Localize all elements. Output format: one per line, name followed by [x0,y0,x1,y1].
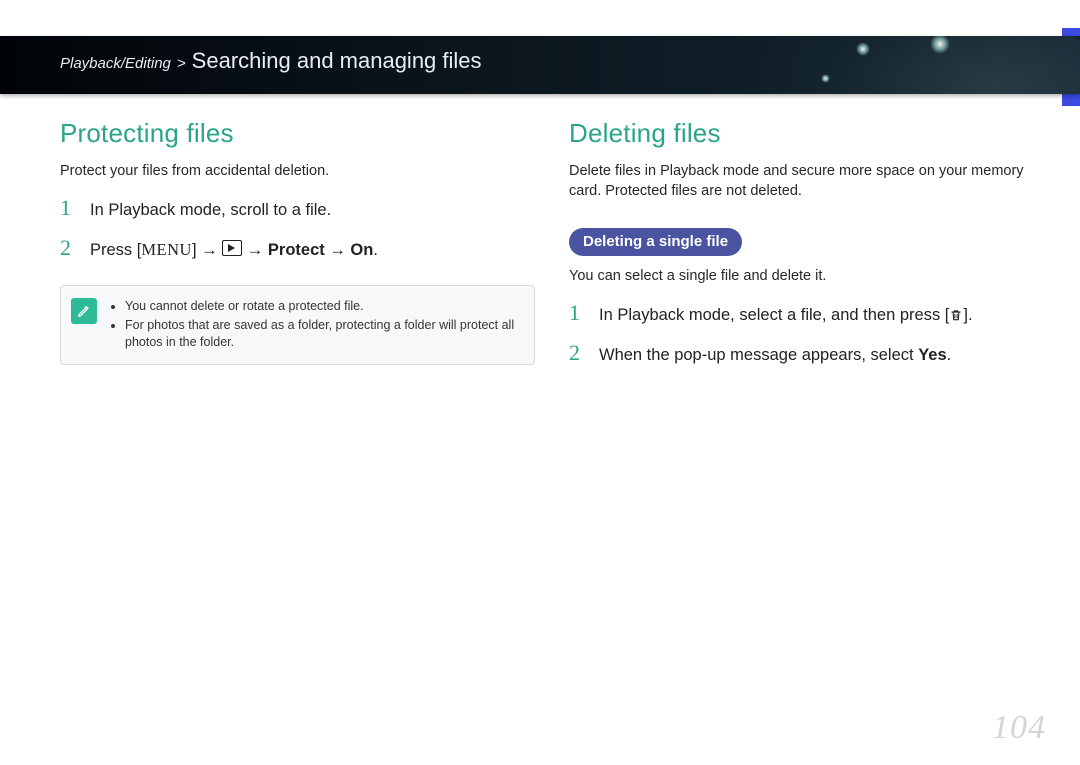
text-arrow: ] → [192,241,222,259]
text-pre: In Playback mode, select a file, and the… [599,306,949,324]
breadcrumb: Playback/Editing > Searching and managin… [60,48,482,74]
step-text: Press [MENU] → → Protect → On. [90,238,535,263]
step-number: 1 [569,302,585,324]
sparkle-icon [821,74,830,83]
sparkle-icon [856,42,870,56]
content-columns: Protecting files Protect your files from… [60,118,1044,373]
section-heading-deleting: Deleting files [569,118,1044,149]
trash-icon [949,305,963,319]
intro-text: Protect your files from accidental delet… [60,161,535,181]
sub-intro-text: You can select a single file and delete … [569,266,1044,286]
page-number: 104 [992,709,1046,747]
breadcrumb-separator: > [177,55,186,72]
step-1: 1 In Playback mode, scroll to a file. [60,197,535,223]
page: Playback/Editing > Searching and managin… [0,0,1080,765]
menu-button-label: MENU [141,240,192,259]
playback-icon [222,240,242,256]
text-protect: Protect [268,241,325,259]
breadcrumb-chapter: Playback/Editing [60,55,171,72]
step-number: 2 [60,237,76,259]
step-1: 1 In Playback mode, select a file, and t… [569,302,1044,328]
step-2: 2 When the pop-up message appears, selec… [569,342,1044,368]
note-item: You cannot delete or rotate a protected … [125,298,520,315]
note-list: You cannot delete or rotate a protected … [111,296,520,353]
note-callout: You cannot delete or rotate a protected … [60,285,535,366]
text-on: On [350,241,373,259]
column-protecting-files: Protecting files Protect your files from… [60,118,535,373]
banner-gradient-curve [700,36,1080,94]
text-period: . [373,241,378,259]
text-arrow: → [325,241,351,259]
text-arrow: → [242,241,268,259]
step-text: In Playback mode, select a file, and the… [599,303,1044,328]
subheading-pill: Deleting a single file [569,228,742,256]
section-heading-protecting: Protecting files [60,118,535,149]
column-deleting-files: Deleting files Delete files in Playback … [569,118,1044,373]
step-2: 2 Press [MENU] → → Protect → On. [60,237,535,263]
step-number: 1 [60,197,76,219]
step-text: When the pop-up message appears, select … [599,343,1044,368]
step-text: In Playback mode, scroll to a file. [90,198,535,223]
step-number: 2 [569,342,585,364]
intro-text: Delete files in Playback mode and secure… [569,161,1044,202]
pen-icon [71,298,97,324]
text-pre: When the pop-up message appears, select [599,346,918,364]
text-post: . [947,346,952,364]
note-item: For photos that are saved as a folder, p… [125,317,520,351]
text-press: Press [ [90,241,141,259]
text-post: ]. [963,306,972,324]
text-yes: Yes [918,346,946,364]
breadcrumb-title: Searching and managing files [192,48,482,74]
